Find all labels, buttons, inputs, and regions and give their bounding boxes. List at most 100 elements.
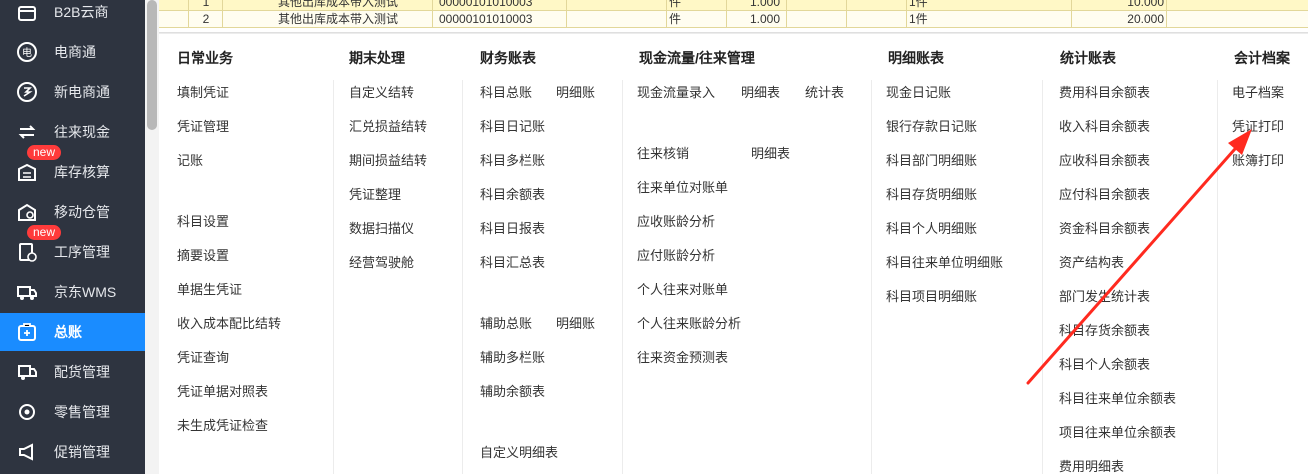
menu-item-doc-to-voucher[interactable]: 单据生凭证 (177, 279, 242, 298)
menu-item-ar-ap-writeoff[interactable]: 往来核销 (637, 143, 689, 162)
sidebar-item-label: 往来现金 (54, 124, 110, 140)
row-number: 2 (188, 11, 223, 27)
menu-item-e-archive[interactable]: 电子档案 (1232, 82, 1284, 101)
menu-item-period-pl-carryover[interactable]: 期间损益结转 (349, 150, 427, 169)
menu-item-writeoff-detail[interactable]: 明细表 (751, 143, 790, 162)
menu-item-personal-aging[interactable]: 个人往来账龄分析 (637, 313, 741, 332)
menu-item-aux-balance[interactable]: 辅助余额表 (480, 381, 545, 400)
menu-item-account-general-ledger[interactable]: 科目总账 (480, 82, 532, 101)
exchange-icon (16, 121, 38, 143)
ecommerce-icon: 电 (16, 41, 38, 63)
menu-item-business-cockpit[interactable]: 经营驾驶舱 (349, 252, 414, 271)
empty-cell (566, 11, 667, 27)
menu-item-data-scanner[interactable]: 数据扫描仪 (349, 218, 414, 237)
menu-item-personal-statement[interactable]: 个人往来对账单 (637, 279, 728, 298)
table-row[interactable]: 1 其他出库成本带入测试 00000101010003 件 1.000 1件 1… (159, 0, 1308, 11)
menu-item-personal-balance[interactable]: 科目个人余额表 (1059, 354, 1150, 373)
empty-cell (786, 0, 847, 10)
table-row[interactable]: 2 其他出库成本带入测试 00000101010003 件 1.000 1件 2… (159, 11, 1308, 28)
menu-item-personal-detail[interactable]: 科目个人明细账 (886, 218, 977, 237)
menu-item-cashflow-entry[interactable]: 现金流量录入 (637, 82, 715, 101)
sidebar-item-jd-wms[interactable]: 京东WMS (0, 273, 145, 311)
sidebar-item-mobile-warehouse[interactable]: 移动仓管 (0, 193, 145, 231)
menu-item-aux-detail-ledger[interactable]: 明细账 (556, 313, 595, 332)
column-title-archive: 会计档案 (1234, 50, 1290, 66)
menu-item-account-journal[interactable]: 科目日记账 (480, 116, 545, 135)
menu-item-ar-aging[interactable]: 应收账龄分析 (637, 211, 715, 230)
menu-item-fund-forecast[interactable]: 往来资金预测表 (637, 347, 728, 366)
menu-item-account-daily-report[interactable]: 科目日报表 (480, 218, 545, 237)
sidebar-item-distribution[interactable]: 配货管理 (0, 353, 145, 391)
item-amount: 10.000 (1071, 0, 1166, 10)
menu-item-income-balance[interactable]: 收入科目余额表 (1059, 116, 1150, 135)
ledger-icon (16, 321, 38, 343)
menu-item-payable-balance[interactable]: 应付科目余额表 (1059, 184, 1150, 203)
menu-item-create-voucher[interactable]: 填制凭证 (177, 82, 229, 101)
menu-item-ledger-print[interactable]: 账簿打印 (1232, 150, 1284, 169)
sidebar-item-inventory[interactable]: 库存核算 new (0, 145, 145, 191)
menu-item-voucher-query[interactable]: 凭证查询 (177, 347, 229, 366)
menu-item-aux-multicolumn[interactable]: 辅助多栏账 (480, 347, 545, 366)
menu-item-aux-general-ledger[interactable]: 辅助总账 (480, 313, 532, 332)
menu-item-dept-detail[interactable]: 科目部门明细账 (886, 150, 977, 169)
mobile-warehouse-icon (16, 201, 38, 223)
menu-item-account-summary[interactable]: 科目汇总表 (480, 252, 545, 271)
menu-item-revenue-cost-matching[interactable]: 收入成本配比结转 (177, 313, 281, 332)
menu-item-dept-stats[interactable]: 部门发生统计表 (1059, 286, 1150, 305)
menu-item-cashflow-detail[interactable]: 明细表 (741, 82, 780, 101)
item-qty: 1.000 (726, 0, 786, 10)
menu-item-voucher-management[interactable]: 凭证管理 (177, 116, 229, 135)
menu-item-summary-settings[interactable]: 摘要设置 (177, 245, 229, 264)
menu-item-account-balance[interactable]: 科目余额表 (480, 184, 545, 203)
menu-item-account-settings[interactable]: 科目设置 (177, 211, 229, 230)
menu-item-account-multicolumn[interactable]: 科目多栏账 (480, 150, 545, 169)
menu-item-receivable-balance[interactable]: 应收科目余额表 (1059, 150, 1150, 169)
item-pack: 1件 (906, 0, 1071, 10)
menu-item-account-detail-ledger[interactable]: 明细账 (556, 82, 595, 101)
menu-item-partner-statement[interactable]: 往来单位对账单 (637, 177, 728, 196)
menu-item-stock-balance[interactable]: 科目存货余额表 (1059, 320, 1150, 339)
sidebar-item-general-ledger[interactable]: 总账 (0, 313, 145, 351)
menu-item-ap-aging[interactable]: 应付账龄分析 (637, 245, 715, 264)
new-ecommerce-icon (16, 81, 38, 103)
menu-item-cash-journal[interactable]: 现金日记账 (886, 82, 951, 101)
new-badge: new (27, 225, 62, 240)
sidebar-item-label: 电商通 (54, 44, 96, 60)
sidebar-item-promotion[interactable]: 促销管理 (0, 433, 145, 471)
menu-item-project-detail[interactable]: 科目项目明细账 (886, 286, 977, 305)
item-qty: 1.000 (726, 11, 786, 27)
menu-item-custom-detail[interactable]: 自定义明细表 (480, 442, 558, 461)
empty-cell (786, 11, 847, 27)
menu-item-stock-detail[interactable]: 科目存货明细账 (886, 184, 977, 203)
menu-item-voucher-doc-comparison[interactable]: 凭证单据对照表 (177, 381, 268, 400)
menu-item-fund-balance[interactable]: 资金科目余额表 (1059, 218, 1150, 237)
menu-item-bank-journal[interactable]: 银行存款日记账 (886, 116, 977, 135)
menu-item-voucher-organize[interactable]: 凭证整理 (349, 184, 401, 203)
menu-item-cashflow-stats[interactable]: 统计表 (805, 82, 844, 101)
menu-item-partner-balance[interactable]: 科目往来单位余额表 (1059, 388, 1176, 407)
menu-item-voucher-print[interactable]: 凭证打印 (1232, 116, 1284, 135)
sidebar-item-new-ecommerce[interactable]: 新电商通 (0, 73, 145, 111)
sidebar-item-b2b[interactable]: B2B云商 (0, 0, 145, 31)
new-badge: new (27, 145, 62, 160)
menu-item-expense-balance[interactable]: 费用科目余额表 (1059, 82, 1150, 101)
sidebar-item-ecommerce[interactable]: 电 电商通 (0, 33, 145, 71)
menu-item-exchange-carryover[interactable]: 汇兑损益结转 (349, 116, 427, 135)
empty-cell (846, 0, 907, 10)
menu-item-custom-carryover[interactable]: 自定义结转 (349, 82, 414, 101)
sidebar-item-cash[interactable]: 往来现金 (0, 113, 145, 151)
menu-item-project-partner-balance[interactable]: 项目往来单位余额表 (1059, 422, 1176, 441)
sidebar-item-label: 移动仓管 (54, 204, 110, 220)
background-table: 1 其他出库成本带入测试 00000101010003 件 1.000 1件 1… (159, 0, 1308, 34)
sidebar-item-retail[interactable]: 零售管理 (0, 393, 145, 431)
menu-item-partner-detail[interactable]: 科目往来单位明细账 (886, 252, 1003, 271)
column-divider (622, 80, 623, 474)
menu-item-posting[interactable]: 记账 (177, 150, 203, 169)
menu-item-ungenerated-voucher-check[interactable]: 未生成凭证检查 (177, 415, 268, 434)
store-icon (16, 1, 38, 23)
sidebar-item-label: 工序管理 (54, 244, 110, 260)
sidebar-item-process[interactable]: 工序管理 new (0, 225, 145, 271)
sidebar-scroll-thumb[interactable] (147, 0, 157, 130)
menu-item-asset-structure[interactable]: 资产结构表 (1059, 252, 1124, 271)
menu-item-expense-detail[interactable]: 费用明细表 (1059, 456, 1124, 475)
